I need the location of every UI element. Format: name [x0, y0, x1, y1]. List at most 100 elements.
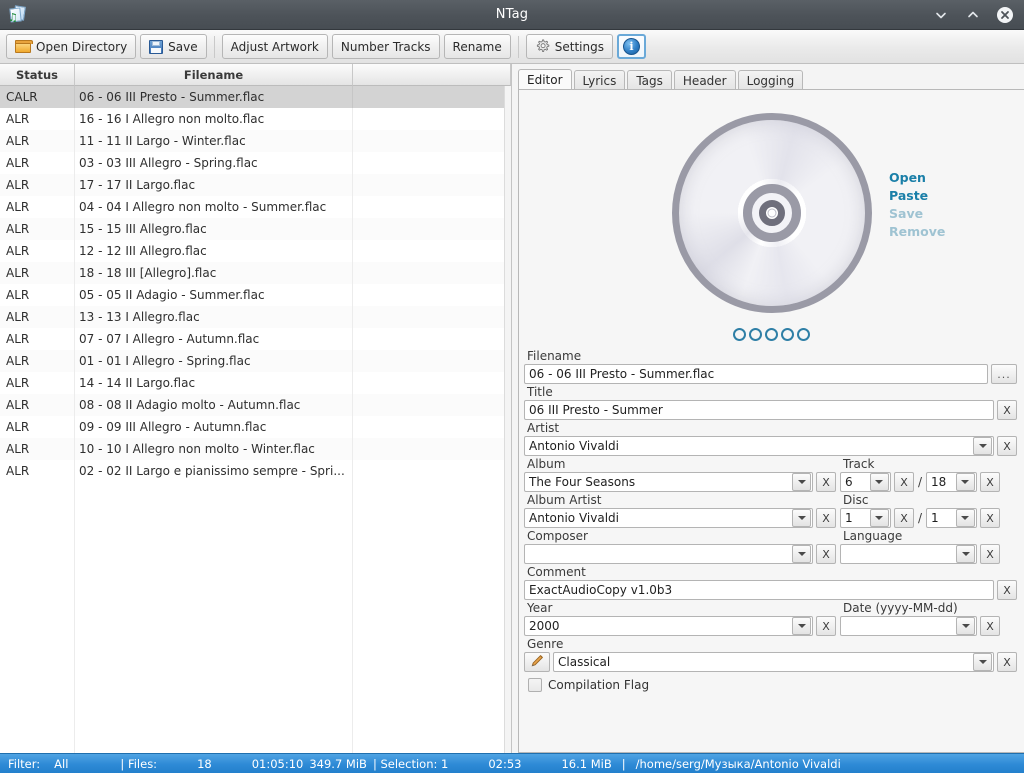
settings-button[interactable]: Settings [525, 34, 613, 59]
table-row[interactable]: ALR 13 - 13 I Allegro.flac [0, 306, 511, 328]
close-button[interactable] [996, 6, 1014, 24]
album-combo[interactable]: The Four Seasons [524, 472, 813, 492]
table-row[interactable]: ALR 09 - 09 III Allegro - Autumn.flac [0, 416, 511, 438]
file-list-scrollbar[interactable] [504, 86, 511, 753]
rename-button[interactable]: Rename [443, 34, 511, 59]
artist-combo[interactable]: Antonio Vivaldi [524, 436, 994, 456]
artwork-page-dot[interactable] [733, 328, 746, 341]
album-dropdown-arrow[interactable] [792, 473, 811, 491]
info-button[interactable]: i [616, 34, 646, 59]
year-combo[interactable]: 2000 [524, 616, 813, 636]
table-row[interactable]: ALR 11 - 11 II Largo - Winter.flac [0, 130, 511, 152]
table-row[interactable]: ALR 01 - 01 I Allegro - Spring.flac [0, 350, 511, 372]
album-artist-clear-button[interactable]: X [816, 508, 836, 528]
title-input[interactable]: 06 III Presto - Summer [524, 400, 994, 420]
tab-lyrics[interactable]: Lyrics [573, 70, 626, 90]
genre-combo[interactable]: Classical [553, 652, 994, 672]
title-clear-button[interactable]: X [997, 400, 1017, 420]
comment-clear-button[interactable]: X [997, 580, 1017, 600]
artwork-paste-link[interactable]: Paste [889, 188, 945, 203]
table-row[interactable]: ALR 16 - 16 I Allegro non molto.flac [0, 108, 511, 130]
table-row[interactable]: ALR 08 - 08 II Adagio molto - Autumn.flac [0, 394, 511, 416]
table-row[interactable]: ALR 02 - 02 II Largo e pianissimo sempre … [0, 460, 511, 482]
language-dropdown-arrow[interactable] [956, 545, 975, 563]
status-filter-value[interactable]: All [54, 757, 68, 771]
album-input[interactable]: The Four Seasons [525, 475, 792, 489]
artist-dropdown-arrow[interactable] [973, 437, 992, 455]
table-row[interactable]: ALR 18 - 18 III [Allegro].flac [0, 262, 511, 284]
album-artist-input[interactable]: Antonio Vivaldi [525, 511, 792, 525]
table-row[interactable]: ALR 05 - 05 II Adagio - Summer.flac [0, 284, 511, 306]
genre-input[interactable]: Classical [554, 655, 973, 669]
track-total-input[interactable]: 18 [927, 475, 956, 489]
table-row[interactable]: ALR 14 - 14 II Largo.flac [0, 372, 511, 394]
compilation-flag-checkbox[interactable] [528, 678, 542, 692]
tab-editor[interactable]: Editor [518, 69, 572, 90]
date-dropdown-arrow[interactable] [956, 617, 975, 635]
track-combo[interactable]: 6 [840, 472, 891, 492]
table-row[interactable]: CALR 06 - 06 III Presto - Summer.flac [0, 86, 511, 108]
artwork-page-dot[interactable] [797, 328, 810, 341]
track-total-combo[interactable]: 18 [926, 472, 977, 492]
disc-dropdown-arrow[interactable] [869, 509, 889, 527]
disc-total-clear-button[interactable]: X [979, 508, 1000, 528]
adjust-artwork-button[interactable]: Adjust Artwork [221, 34, 328, 59]
tab-tags[interactable]: Tags [627, 70, 672, 90]
year-dropdown-arrow[interactable] [792, 617, 811, 635]
genre-clear-button[interactable]: X [997, 652, 1017, 672]
artwork-page-dot[interactable] [749, 328, 762, 341]
date-clear-button[interactable]: X [980, 616, 1000, 636]
language-combo[interactable] [840, 544, 977, 564]
artwork-page-dot[interactable] [781, 328, 794, 341]
album-artist-dropdown-arrow[interactable] [792, 509, 811, 527]
track-input[interactable]: 6 [841, 475, 870, 489]
table-row[interactable]: ALR 03 - 03 III Allegro - Spring.flac [0, 152, 511, 174]
genre-dropdown-arrow[interactable] [973, 653, 992, 671]
number-tracks-button[interactable]: Number Tracks [331, 34, 440, 59]
save-button[interactable]: Save [140, 34, 207, 59]
table-row[interactable]: ALR 10 - 10 I Allegro non molto - Winter.… [0, 438, 511, 460]
filename-input[interactable]: 06 - 06 III Presto - Summer.flac [524, 364, 988, 384]
table-row[interactable]: ALR 12 - 12 III Allegro.flac [0, 240, 511, 262]
track-total-clear-button[interactable]: X [979, 472, 1000, 492]
disc-input[interactable]: 1 [841, 511, 870, 525]
disc-total-dropdown-arrow[interactable] [955, 509, 975, 527]
language-clear-button[interactable]: X [980, 544, 1000, 564]
composer-combo[interactable] [524, 544, 813, 564]
artist-clear-button[interactable]: X [997, 436, 1017, 456]
maximize-button[interactable] [964, 6, 982, 24]
column-header-extra[interactable] [353, 64, 511, 86]
cd-disc-icon[interactable] [671, 113, 872, 313]
compilation-flag-row[interactable]: Compilation Flag [528, 678, 1017, 692]
disc-total-input[interactable]: 1 [927, 511, 956, 525]
minimize-button[interactable] [932, 6, 950, 24]
table-row[interactable]: ALR 04 - 04 I Allegro non molto - Summer.… [0, 196, 511, 218]
comment-input[interactable]: ExactAudioCopy v1.0b3 [524, 580, 994, 600]
composer-dropdown-arrow[interactable] [792, 545, 811, 563]
track-total-dropdown-arrow[interactable] [955, 473, 975, 491]
album-clear-button[interactable]: X [816, 472, 836, 492]
table-row[interactable]: ALR 15 - 15 III Allegro.flac [0, 218, 511, 240]
column-header-status[interactable]: Status [0, 64, 75, 86]
tab-header[interactable]: Header [673, 70, 736, 90]
year-input[interactable]: 2000 [525, 619, 792, 633]
disc-clear-button[interactable]: X [893, 508, 914, 528]
filename-browse-button[interactable]: ... [991, 364, 1017, 384]
artwork-open-link[interactable]: Open [889, 170, 945, 185]
table-row[interactable]: ALR 17 - 17 II Largo.flac [0, 174, 511, 196]
disc-combo[interactable]: 1 [840, 508, 891, 528]
table-row[interactable]: ALR 07 - 07 I Allegro - Autumn.flac [0, 328, 511, 350]
artist-input[interactable]: Antonio Vivaldi [525, 439, 973, 453]
column-header-filename[interactable]: Filename [75, 64, 353, 86]
album-artist-combo[interactable]: Antonio Vivaldi [524, 508, 813, 528]
disc-total-combo[interactable]: 1 [926, 508, 977, 528]
genre-edit-button[interactable] [524, 652, 550, 672]
artwork-page-dot[interactable] [765, 328, 778, 341]
track-dropdown-arrow[interactable] [869, 473, 889, 491]
tab-logging[interactable]: Logging [737, 70, 804, 90]
open-directory-button[interactable]: Open Directory [6, 34, 137, 59]
date-combo[interactable] [840, 616, 977, 636]
composer-clear-button[interactable]: X [816, 544, 836, 564]
year-clear-button[interactable]: X [816, 616, 836, 636]
track-clear-button[interactable]: X [893, 472, 914, 492]
